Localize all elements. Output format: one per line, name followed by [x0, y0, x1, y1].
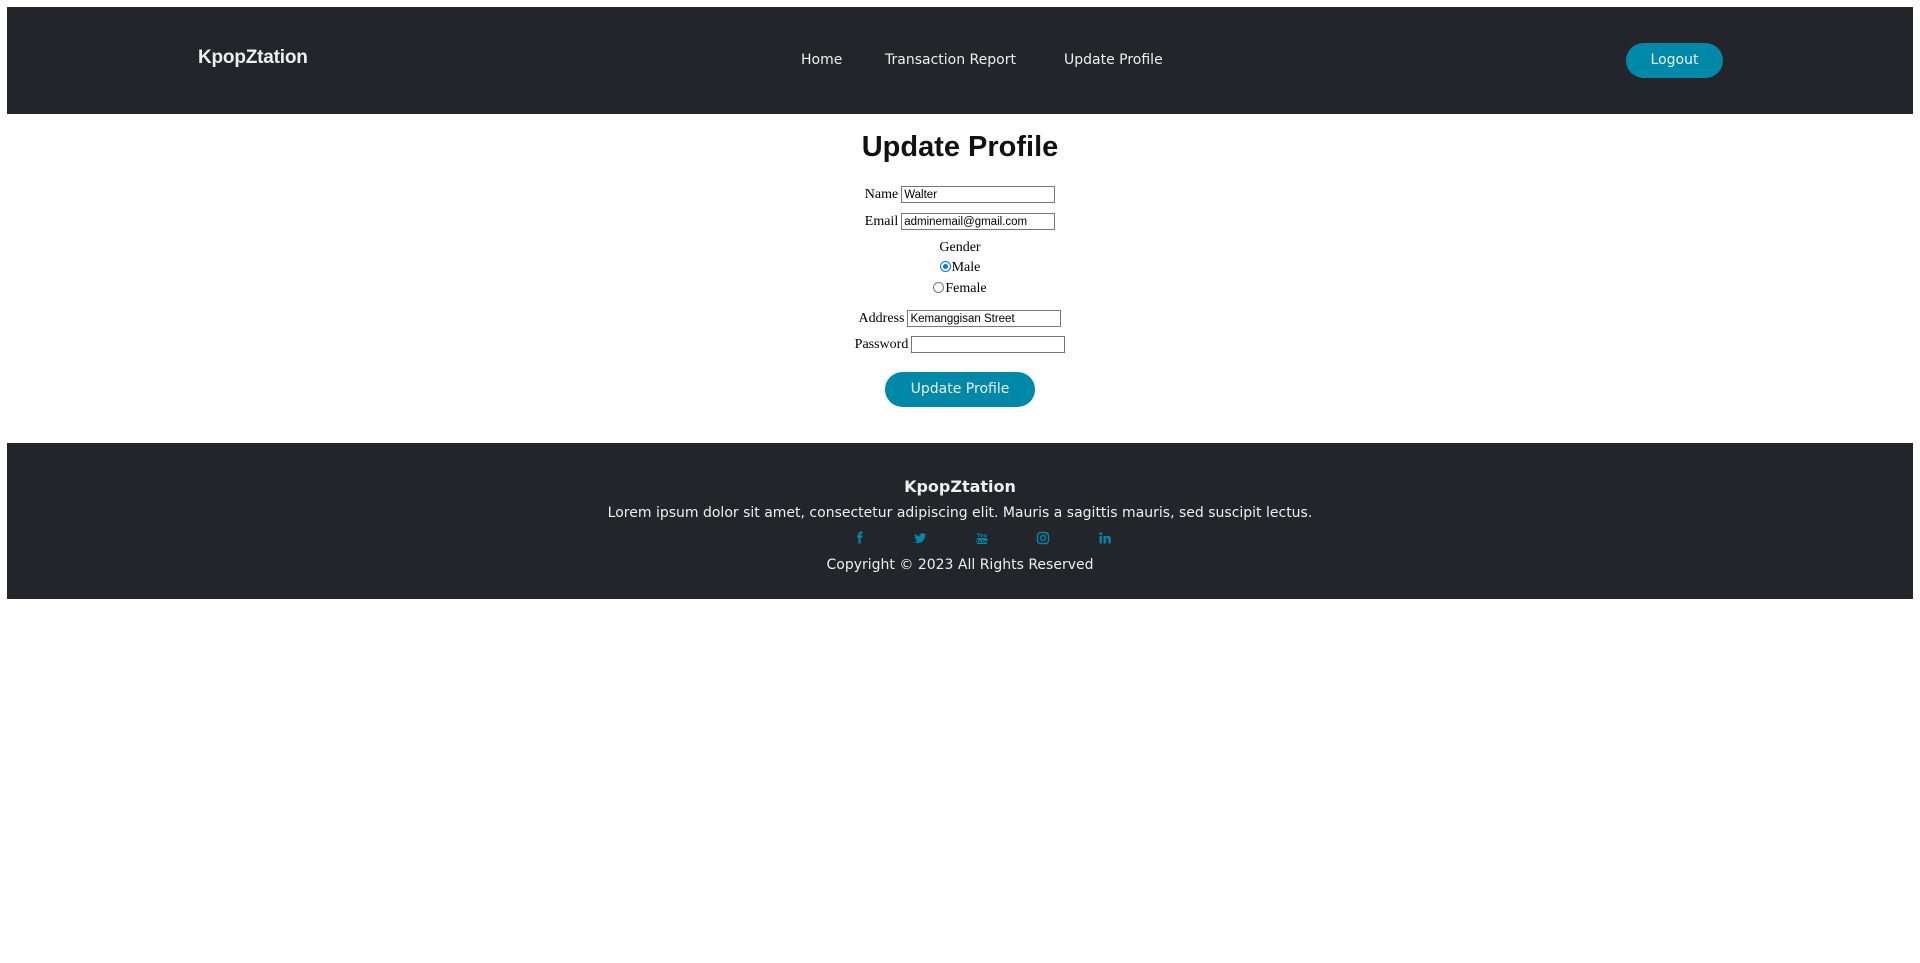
copyright-text: Copyright © 2023 All Rights Reserved — [826, 557, 1094, 573]
gender-option-female[interactable]: Female — [7, 281, 1913, 301]
linkedin-icon[interactable] — [1098, 531, 1112, 545]
page-frame: KpopZtation Home Transaction Report Upda… — [7, 7, 1913, 956]
logout-button[interactable]: Logout — [1626, 43, 1723, 78]
facebook-icon[interactable] — [853, 531, 867, 545]
name-field[interactable] — [901, 186, 1056, 203]
email-row: Email — [7, 213, 1913, 233]
youtube-icon[interactable]: You Tube — [975, 531, 989, 545]
address-label: Address — [858, 310, 905, 326]
female-label: Female — [945, 281, 987, 296]
nav-link-update-profile[interactable]: Update Profile — [1064, 52, 1163, 68]
footer: KpopZtation Lorem ipsum dolor sit amet, … — [7, 443, 1913, 599]
female-radio[interactable] — [933, 282, 945, 293]
gender-option-male[interactable]: Male — [7, 260, 1913, 280]
twitter-icon[interactable] — [913, 531, 927, 545]
male-label: Male — [951, 260, 981, 275]
footer-brand: KpopZtation — [904, 477, 1016, 496]
navbar: KpopZtation Home Transaction Report Upda… — [7, 7, 1913, 114]
gender-label: Gender — [939, 240, 981, 255]
password-field[interactable] — [911, 336, 1066, 353]
social-links: You Tube — [7, 531, 1913, 547]
address-field[interactable] — [907, 310, 1062, 327]
email-label: Email — [864, 213, 899, 229]
email-field[interactable] — [901, 213, 1056, 230]
svg-text:Tube: Tube — [976, 539, 988, 545]
name-row: Name — [7, 186, 1913, 206]
nav-link-transaction-report[interactable]: Transaction Report — [885, 52, 1016, 68]
nav-link-home[interactable]: Home — [801, 52, 842, 68]
name-label: Name — [864, 186, 899, 202]
page-title: Update Profile — [861, 131, 1059, 163]
password-label: Password — [854, 336, 909, 352]
update-profile-button[interactable]: Update Profile — [885, 372, 1035, 407]
instagram-icon[interactable] — [1036, 531, 1050, 545]
password-row: Password — [7, 336, 1913, 356]
footer-description: Lorem ipsum dolor sit amet, consectetur … — [607, 505, 1313, 521]
address-row: Address — [7, 310, 1913, 330]
male-radio[interactable] — [939, 261, 951, 272]
